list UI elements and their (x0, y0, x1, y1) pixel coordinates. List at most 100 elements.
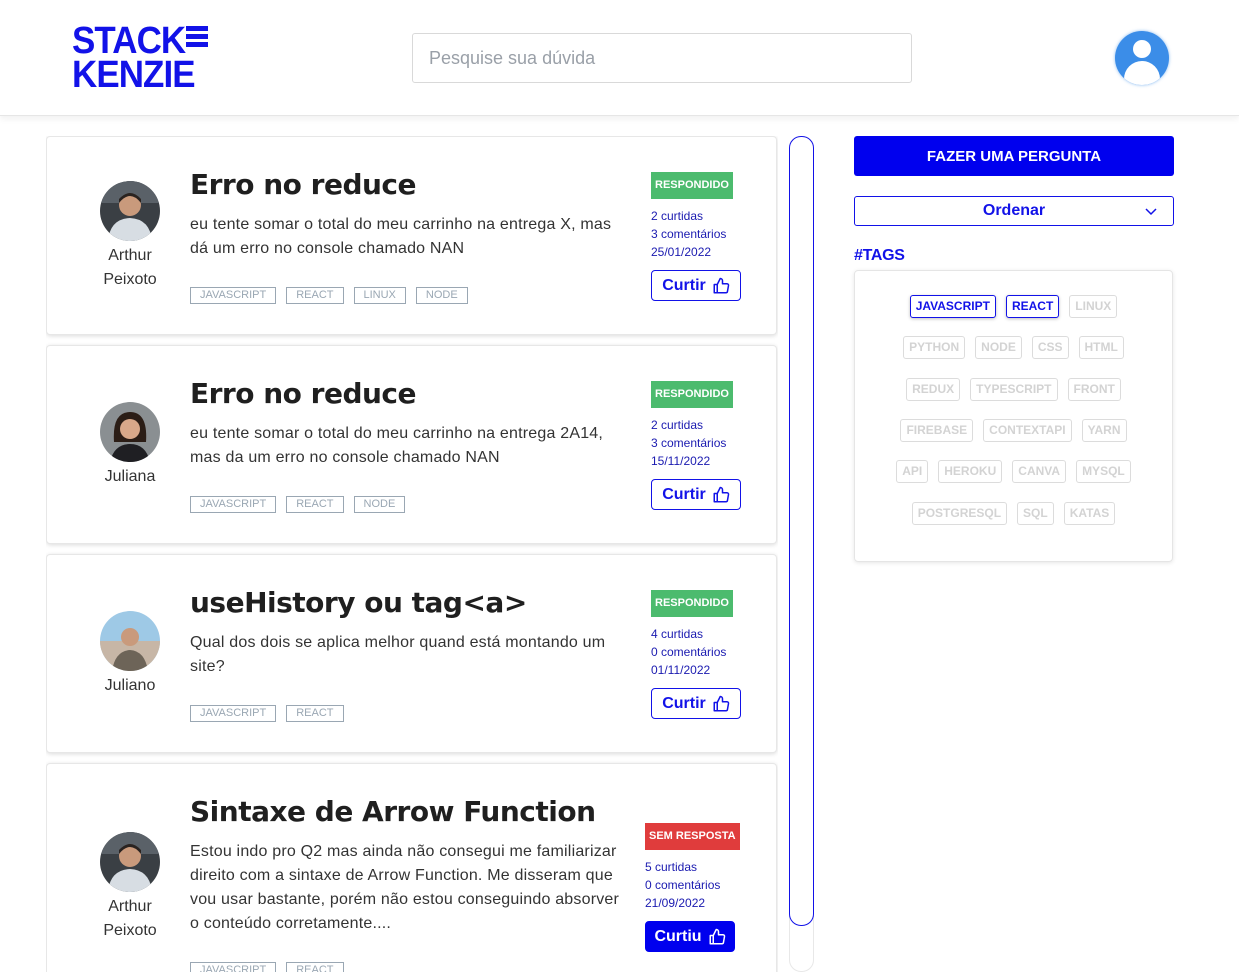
question-card[interactable]: Arthur Peixoto Erro no reduce eu tente s… (46, 136, 777, 335)
question-date: 25/01/2022 (651, 245, 712, 259)
tag-filter-chip[interactable]: CANVA (1012, 460, 1067, 483)
liked-button[interactable]: Curtiu (645, 921, 735, 952)
question-text: eu tente somar o total do meu carrinho n… (190, 216, 612, 257)
tag-filter-chip[interactable]: FRONT (1067, 378, 1121, 401)
chevron-down-icon (1145, 208, 1157, 216)
search-input[interactable] (412, 33, 912, 83)
likes-count: 2 curtidas (651, 209, 704, 223)
like-button-label: Curtir (662, 485, 706, 503)
tag-filter-panel: JAVASCRIPT REACT LINUX PYTHON NODE CSS H… (854, 270, 1173, 562)
author-photo (100, 181, 160, 241)
thumbs-up-icon (713, 277, 730, 293)
logo-line-2: KENZIE (72, 54, 196, 96)
question-title[interactable]: Erro no reduce (190, 376, 417, 412)
question-card[interactable]: Arthur Peixoto Sintaxe de Arrow Function… (46, 763, 777, 972)
tag-filter-chip[interactable]: LINUX (1069, 295, 1118, 318)
comments-count: 3 comentários (651, 436, 727, 450)
tag-filter-chip[interactable]: FIREBASE (900, 419, 974, 442)
status-badge: RESPONDIDO (651, 590, 733, 617)
likes-count: 2 curtidas (651, 418, 704, 432)
question-meta: SEM RESPOSTA 5 curtidas 0 comentários 21… (645, 823, 755, 952)
like-button[interactable]: Curtir (651, 688, 741, 719)
like-button[interactable]: Curtir (651, 479, 741, 510)
question-tags: JAVASCRIPT REACT (190, 705, 344, 722)
scrollbar-thumb[interactable] (789, 136, 814, 926)
tag[interactable]: REACT (286, 287, 344, 304)
tag[interactable]: REACT (286, 496, 344, 513)
tag[interactable]: REACT (286, 962, 344, 972)
tag-filter-chip[interactable]: PYTHON (903, 336, 966, 359)
question-card[interactable]: Juliana Erro no reduce eu tente somar o … (46, 345, 777, 544)
header: STACK KENZIE (0, 0, 1239, 116)
question-title[interactable]: Sintaxe de Arrow Function (190, 794, 596, 830)
question-text: eu tente somar o total do meu carrinho n… (190, 425, 604, 466)
tag-filter-chip[interactable]: REACT (1005, 295, 1060, 318)
like-button-label: Curtiu (654, 927, 702, 945)
tag[interactable]: NODE (353, 496, 406, 513)
like-button-label: Curtir (662, 276, 706, 294)
comments-count: 0 comentários (645, 878, 721, 892)
author-photo (100, 611, 160, 671)
author: Arthur Peixoto (85, 181, 175, 292)
tag-row: API HEROKU CANVA MYSQL (855, 460, 1172, 483)
logo-line-1: STACK (72, 20, 186, 62)
like-button[interactable]: Curtir (651, 270, 741, 301)
comments-count: 0 comentários (651, 645, 727, 659)
tag-filter-chip[interactable]: REDUX (906, 378, 961, 401)
question-tags: JAVASCRIPT REACT (190, 962, 344, 972)
tag-row: PYTHON NODE CSS HTML (855, 336, 1172, 359)
tags-title: #TAGS (854, 247, 905, 264)
author-photo (100, 402, 160, 462)
tag-filter-chip[interactable]: YARN (1081, 419, 1127, 442)
tag[interactable]: JAVASCRIPT (190, 705, 277, 722)
tag[interactable]: JAVASCRIPT (190, 962, 277, 972)
author-name: Arthur Peixoto (103, 898, 157, 939)
author: Juliana (85, 402, 175, 489)
tag[interactable]: REACT (286, 705, 344, 722)
tag-filter-chip[interactable]: KATAS (1063, 502, 1116, 525)
tag[interactable]: JAVASCRIPT (190, 287, 277, 304)
question-feed: Arthur Peixoto Erro no reduce eu tente s… (46, 136, 778, 972)
tag-filter-chip[interactable]: SQL (1017, 502, 1054, 525)
question-title[interactable]: Erro no reduce (190, 167, 417, 203)
question-tags: JAVASCRIPT REACT NODE (190, 496, 406, 513)
tag[interactable]: NODE (415, 287, 468, 304)
question-title[interactable]: useHistory ou tag<a> (190, 585, 527, 621)
author-name: Arthur Peixoto (103, 247, 157, 288)
status-badge: SEM RESPOSTA (645, 823, 740, 850)
order-dropdown[interactable]: Ordenar (854, 196, 1174, 226)
author-name: Juliano (104, 677, 156, 694)
tag-row: FIREBASE CONTEXTAPI YARN (855, 419, 1172, 442)
tag-row: JAVASCRIPT REACT LINUX (855, 295, 1172, 318)
like-button-label: Curtir (662, 694, 706, 712)
likes-count: 5 curtidas (645, 860, 698, 874)
status-badge: RESPONDIDO (651, 172, 733, 199)
tag-filter-chip[interactable]: CSS (1031, 336, 1069, 359)
question-card[interactable]: Juliano useHistory ou tag<a> Qual dos do… (46, 554, 777, 753)
status-badge: RESPONDIDO (651, 381, 733, 408)
tag-filter-chip[interactable]: MYSQL (1076, 460, 1131, 483)
tag-filter-chip[interactable]: POSTGRESQL (911, 502, 1008, 525)
ask-question-button[interactable]: FAZER UMA PERGUNTA (854, 136, 1174, 176)
question-date: 15/11/2022 (651, 454, 711, 468)
tag-filter-chip[interactable]: API (896, 460, 929, 483)
thumbs-up-icon (709, 928, 725, 944)
author-name: Juliana (104, 468, 156, 485)
tag-filter-chip[interactable]: JAVASCRIPT (909, 295, 996, 318)
tag[interactable]: JAVASCRIPT (190, 496, 277, 513)
tag-filter-chip[interactable]: HTML (1078, 336, 1124, 359)
question-meta: RESPONDIDO 2 curtidas 3 comentários 25/0… (651, 172, 761, 301)
logo[interactable]: STACK KENZIE (72, 20, 212, 96)
tag-filter-chip[interactable]: TYPESCRIPT (970, 378, 1058, 401)
author: Juliano (85, 611, 175, 698)
tag-row: REDUX TYPESCRIPT FRONT (855, 378, 1172, 401)
comments-count: 3 comentários (651, 227, 727, 241)
tag-filter-chip[interactable]: NODE (975, 336, 1022, 359)
question-date: 01/11/2022 (651, 663, 711, 677)
tag-filter-chip[interactable]: HEROKU (938, 460, 1003, 483)
author-photo (100, 832, 160, 892)
tag-filter-chip[interactable]: CONTEXTAPI (983, 419, 1072, 442)
question-date: 21/09/2022 (645, 896, 706, 910)
tag[interactable]: LINUX (353, 287, 406, 304)
user-avatar-icon[interactable] (1115, 31, 1169, 85)
